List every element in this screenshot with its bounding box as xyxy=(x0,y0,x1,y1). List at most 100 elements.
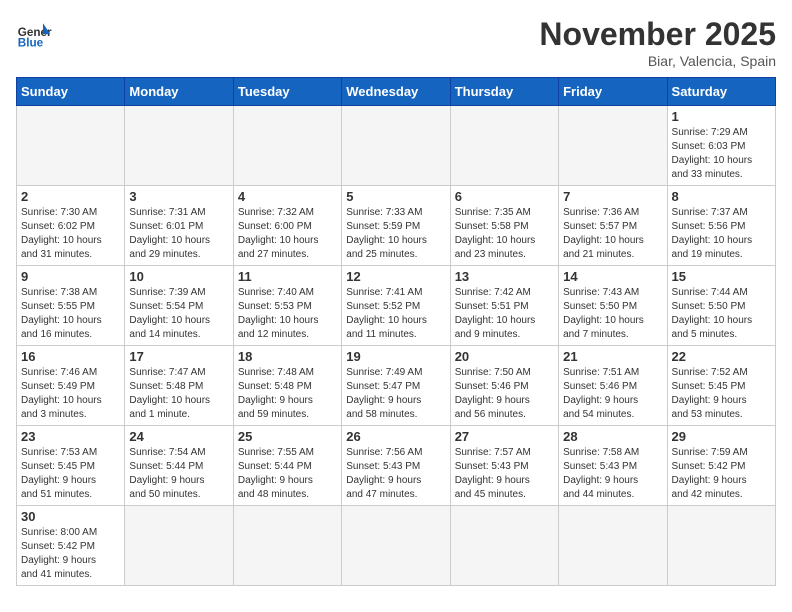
day-info: Sunrise: 7:30 AM Sunset: 6:02 PM Dayligh… xyxy=(21,206,120,262)
day-info: Sunrise: 7:37 AM Sunset: 5:56 PM Dayligh… xyxy=(672,206,771,262)
day-info: Sunrise: 7:35 AM Sunset: 5:58 PM Dayligh… xyxy=(455,206,554,262)
calendar-week-row: 16Sunrise: 7:46 AM Sunset: 5:49 PM Dayli… xyxy=(17,346,776,426)
day-number: 19 xyxy=(346,349,445,364)
calendar-cell xyxy=(450,106,558,186)
calendar-cell: 20Sunrise: 7:50 AM Sunset: 5:46 PM Dayli… xyxy=(450,346,558,426)
calendar-week-row: 30 Sunrise: 8:00 AM Sunset: 5:42 PM Dayli… xyxy=(17,506,776,586)
day-info: Sunrise: 7:46 AM Sunset: 5:49 PM Dayligh… xyxy=(21,366,120,422)
calendar-week-row: 23Sunrise: 7:53 AM Sunset: 5:45 PM Dayli… xyxy=(17,426,776,506)
day-info: Sunrise: 7:58 AM Sunset: 5:43 PM Dayligh… xyxy=(563,446,662,502)
calendar-cell: 6 Sunrise: 7:35 AM Sunset: 5:58 PM Daylig… xyxy=(450,186,558,266)
calendar-cell: 13 Sunrise: 7:42 AM Sunset: 5:51 PM Dayli… xyxy=(450,266,558,346)
calendar-cell: 21 Sunrise: 7:51 AM Sunset: 5:46 PM Dayli… xyxy=(559,346,667,426)
weekday-header-saturday: Saturday xyxy=(667,78,775,106)
day-info: Sunrise: 7:51 AM Sunset: 5:46 PM Dayligh… xyxy=(563,366,662,422)
calendar-cell: 19 Sunrise: 7:49 AM Sunset: 5:47 PM Dayli… xyxy=(342,346,450,426)
day-number: 15 xyxy=(672,269,771,284)
day-info: Sunrise: 8:00 AM Sunset: 5:42 PM Dayligh… xyxy=(21,526,120,582)
day-number: 4 xyxy=(238,189,337,204)
day-info: Sunrise: 7:59 AM Sunset: 5:42 PM Dayligh… xyxy=(672,446,771,502)
day-info: Sunrise: 7:36 AM Sunset: 5:57 PM Dayligh… xyxy=(563,206,662,262)
day-number: 21 xyxy=(563,349,662,364)
calendar-cell: 26 Sunrise: 7:56 AM Sunset: 5:43 PM Dayli… xyxy=(342,426,450,506)
day-number: 25 xyxy=(238,429,337,444)
day-number: 30 xyxy=(21,509,120,524)
day-number: 7 xyxy=(563,189,662,204)
day-info: Sunrise: 7:33 AM Sunset: 5:59 PM Dayligh… xyxy=(346,206,445,262)
day-info: Sunrise: 7:29 AM Sunset: 6:03 PM Dayligh… xyxy=(672,126,771,182)
day-number: 3 xyxy=(129,189,228,204)
day-number: 14 xyxy=(563,269,662,284)
day-info: Sunrise: 7:56 AM Sunset: 5:43 PM Dayligh… xyxy=(346,446,445,502)
day-info: Sunrise: 7:47 AM Sunset: 5:48 PM Dayligh… xyxy=(129,366,228,422)
day-number: 5 xyxy=(346,189,445,204)
calendar-cell xyxy=(125,506,233,586)
weekday-header-wednesday: Wednesday xyxy=(342,78,450,106)
calendar-cell: 29Sunrise: 7:59 AM Sunset: 5:42 PM Dayli… xyxy=(667,426,775,506)
calendar-cell: 12Sunrise: 7:41 AM Sunset: 5:52 PM Dayli… xyxy=(342,266,450,346)
day-number: 27 xyxy=(455,429,554,444)
month-title: November 2025 xyxy=(539,16,776,53)
calendar-cell xyxy=(342,506,450,586)
day-info: Sunrise: 7:49 AM Sunset: 5:47 PM Dayligh… xyxy=(346,366,445,422)
calendar-cell: 10Sunrise: 7:39 AM Sunset: 5:54 PM Dayli… xyxy=(125,266,233,346)
calendar-cell: 17Sunrise: 7:47 AM Sunset: 5:48 PM Dayli… xyxy=(125,346,233,426)
calendar-cell: 11 Sunrise: 7:40 AM Sunset: 5:53 PM Dayli… xyxy=(233,266,341,346)
calendar-cell xyxy=(450,506,558,586)
day-number: 23 xyxy=(21,429,120,444)
calendar-cell: 1 Sunrise: 7:29 AM Sunset: 6:03 PM Daylig… xyxy=(667,106,775,186)
calendar-cell: 28 Sunrise: 7:58 AM Sunset: 5:43 PM Dayli… xyxy=(559,426,667,506)
day-info: Sunrise: 7:44 AM Sunset: 5:50 PM Dayligh… xyxy=(672,286,771,342)
day-info: Sunrise: 7:31 AM Sunset: 6:01 PM Dayligh… xyxy=(129,206,228,262)
day-info: Sunrise: 7:39 AM Sunset: 5:54 PM Dayligh… xyxy=(129,286,228,342)
day-number: 9 xyxy=(21,269,120,284)
calendar-cell: 16Sunrise: 7:46 AM Sunset: 5:49 PM Dayli… xyxy=(17,346,125,426)
calendar-cell: 22Sunrise: 7:52 AM Sunset: 5:45 PM Dayli… xyxy=(667,346,775,426)
weekday-header-friday: Friday xyxy=(559,78,667,106)
calendar-cell: 9 Sunrise: 7:38 AM Sunset: 5:55 PM Daylig… xyxy=(17,266,125,346)
day-number: 6 xyxy=(455,189,554,204)
calendar-cell xyxy=(559,506,667,586)
calendar-cell xyxy=(233,106,341,186)
page-header: General Blue November 2025 Biar, Valenci… xyxy=(16,16,776,69)
logo: General Blue xyxy=(16,16,52,52)
calendar-cell xyxy=(342,106,450,186)
calendar-cell: 2 Sunrise: 7:30 AM Sunset: 6:02 PM Daylig… xyxy=(17,186,125,266)
calendar-cell: 30 Sunrise: 8:00 AM Sunset: 5:42 PM Dayli… xyxy=(17,506,125,586)
day-number: 12 xyxy=(346,269,445,284)
day-number: 11 xyxy=(238,269,337,284)
calendar-cell: 18Sunrise: 7:48 AM Sunset: 5:48 PM Dayli… xyxy=(233,346,341,426)
day-info: Sunrise: 7:55 AM Sunset: 5:44 PM Dayligh… xyxy=(238,446,337,502)
day-number: 13 xyxy=(455,269,554,284)
calendar-cell: 5 Sunrise: 7:33 AM Sunset: 5:59 PM Daylig… xyxy=(342,186,450,266)
title-block: November 2025 Biar, Valencia, Spain xyxy=(539,16,776,69)
day-number: 28 xyxy=(563,429,662,444)
day-info: Sunrise: 7:54 AM Sunset: 5:44 PM Dayligh… xyxy=(129,446,228,502)
weekday-header-row: SundayMondayTuesdayWednesdayThursdayFrid… xyxy=(17,78,776,106)
calendar-cell xyxy=(125,106,233,186)
day-number: 24 xyxy=(129,429,228,444)
day-number: 26 xyxy=(346,429,445,444)
calendar-cell: 7 Sunrise: 7:36 AM Sunset: 5:57 PM Daylig… xyxy=(559,186,667,266)
calendar-cell: 24 Sunrise: 7:54 AM Sunset: 5:44 PM Dayli… xyxy=(125,426,233,506)
weekday-header-monday: Monday xyxy=(125,78,233,106)
day-info: Sunrise: 7:40 AM Sunset: 5:53 PM Dayligh… xyxy=(238,286,337,342)
svg-text:Blue: Blue xyxy=(18,37,44,50)
day-number: 2 xyxy=(21,189,120,204)
day-number: 8 xyxy=(672,189,771,204)
calendar-cell xyxy=(17,106,125,186)
day-info: Sunrise: 7:38 AM Sunset: 5:55 PM Dayligh… xyxy=(21,286,120,342)
calendar-week-row: 9 Sunrise: 7:38 AM Sunset: 5:55 PM Daylig… xyxy=(17,266,776,346)
day-info: Sunrise: 7:42 AM Sunset: 5:51 PM Dayligh… xyxy=(455,286,554,342)
day-info: Sunrise: 7:32 AM Sunset: 6:00 PM Dayligh… xyxy=(238,206,337,262)
location-subtitle: Biar, Valencia, Spain xyxy=(539,53,776,69)
calendar-week-row: 2 Sunrise: 7:30 AM Sunset: 6:02 PM Daylig… xyxy=(17,186,776,266)
day-info: Sunrise: 7:48 AM Sunset: 5:48 PM Dayligh… xyxy=(238,366,337,422)
day-info: Sunrise: 7:57 AM Sunset: 5:43 PM Dayligh… xyxy=(455,446,554,502)
day-number: 20 xyxy=(455,349,554,364)
day-number: 1 xyxy=(672,109,771,124)
day-info: Sunrise: 7:52 AM Sunset: 5:45 PM Dayligh… xyxy=(672,366,771,422)
weekday-header-thursday: Thursday xyxy=(450,78,558,106)
calendar-table: SundayMondayTuesdayWednesdayThursdayFrid… xyxy=(16,77,776,586)
logo-icon: General Blue xyxy=(16,16,52,52)
